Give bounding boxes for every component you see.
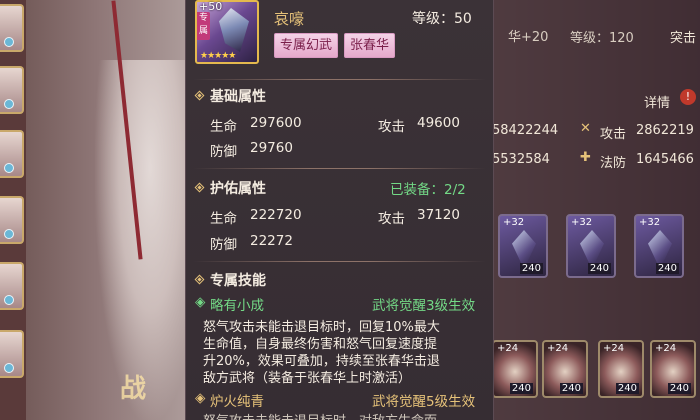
divider xyxy=(193,261,486,262)
battle-emblem: 战 xyxy=(120,374,147,404)
gear-slot[interactable]: +32 240 xyxy=(634,214,684,278)
base-def-value: 29760 xyxy=(250,140,293,156)
element-icon xyxy=(4,229,14,239)
detail-link[interactable]: 详情 xyxy=(644,92,670,111)
hero-portrait[interactable] xyxy=(0,330,24,378)
stat-attack-label: 攻击 xyxy=(600,127,627,142)
base-hp-label: 生命 xyxy=(210,119,237,135)
skill-arrow-icon: ◈ xyxy=(195,294,206,310)
hero-name-fragment: 华+20 xyxy=(508,30,549,45)
weapon-item-icon: +50 专属 ★★★★★ xyxy=(195,0,259,64)
element-icon xyxy=(4,163,14,173)
scythe-icon xyxy=(219,8,249,52)
weapon-icon xyxy=(648,230,672,264)
element-icon xyxy=(4,295,14,305)
weapon-icon xyxy=(580,230,604,264)
stat-mdef-label: 法防 xyxy=(600,156,627,171)
element-icon xyxy=(4,99,14,109)
exclusive-skills-title: 专属技能 xyxy=(210,273,266,289)
base-hp-value: 297600 xyxy=(250,115,302,131)
hero-portrait[interactable] xyxy=(0,4,24,52)
guard-hp-label: 生命 xyxy=(210,211,237,227)
sword-icon: ✕ xyxy=(580,121,591,136)
star-rating: ★★★★★ xyxy=(200,51,236,61)
guard-attributes-title: 护佑属性 xyxy=(210,181,266,197)
hero-detail-panel: 华+20 等级：120 突击 详情 ! 58422244 ✕ 攻击 286221… xyxy=(484,0,700,420)
divider xyxy=(193,168,486,169)
gear-slot[interactable]: +24 240 xyxy=(650,340,696,398)
skill-condition: 武将觉醒3级生效 xyxy=(372,298,476,314)
element-icon xyxy=(4,37,14,47)
tag-exclusive-weapon: 专属幻武 xyxy=(274,33,339,58)
info-icon[interactable]: ! xyxy=(680,89,696,105)
hero-portrait[interactable] xyxy=(0,196,24,244)
weapon-icon xyxy=(512,230,536,264)
gear-slot[interactable]: +32 240 xyxy=(498,214,548,278)
guard-attack-value: 37120 xyxy=(417,207,460,223)
stat-mdef-value: 1645466 xyxy=(636,152,694,167)
gear-slot[interactable]: +32 240 xyxy=(566,214,616,278)
stat-attack-value: 2862219 xyxy=(636,123,694,138)
hero-level: 等级：120 xyxy=(570,31,634,46)
exclusive-badge: 专属 xyxy=(197,12,210,40)
item-name: 哀嚎 xyxy=(274,10,305,28)
base-attributes-title: 基础属性 xyxy=(210,89,266,105)
divider xyxy=(193,79,486,80)
guard-def-label: 防御 xyxy=(210,237,237,253)
skill-condition: 武将觉醒5级生效 xyxy=(372,394,476,410)
skill-desc-line: 敌方武将（装备于张春华上时激活） xyxy=(203,371,412,386)
guard-def-value: 22272 xyxy=(250,233,293,249)
breakout-button[interactable]: 突击 xyxy=(670,27,696,46)
gear-slot[interactable]: +24 240 xyxy=(492,340,538,398)
skill-arrow-icon: ◈ xyxy=(195,390,206,406)
gear-slot[interactable]: +24 240 xyxy=(598,340,644,398)
skill-name: 略有小成 xyxy=(210,298,264,314)
stat-hp-value: 58422244 xyxy=(492,123,559,138)
equipped-count: 已装备：2/2 xyxy=(390,182,466,198)
guard-hp-value: 222720 xyxy=(250,207,302,223)
skill-name: 炉火纯青 xyxy=(210,394,264,410)
plus-icon: ✚ xyxy=(580,150,591,165)
base-attack-value: 49600 xyxy=(417,115,460,131)
tag-hero-name: 张春华 xyxy=(344,33,396,58)
guard-attack-label: 攻击 xyxy=(378,211,405,227)
element-icon xyxy=(4,363,14,373)
skill-desc-line: 怒气攻击未能击退目标时，对敌方生命而 xyxy=(203,410,437,420)
stat-def-value: 5532584 xyxy=(492,152,550,167)
hero-portrait[interactable] xyxy=(0,262,24,310)
item-level: 等级：50 xyxy=(412,11,472,27)
base-def-label: 防御 xyxy=(210,144,237,160)
base-attack-label: 攻击 xyxy=(378,119,405,135)
hero-portrait[interactable] xyxy=(0,66,24,114)
hero-portrait[interactable] xyxy=(0,130,24,178)
gear-slot[interactable]: +24 240 xyxy=(542,340,588,398)
